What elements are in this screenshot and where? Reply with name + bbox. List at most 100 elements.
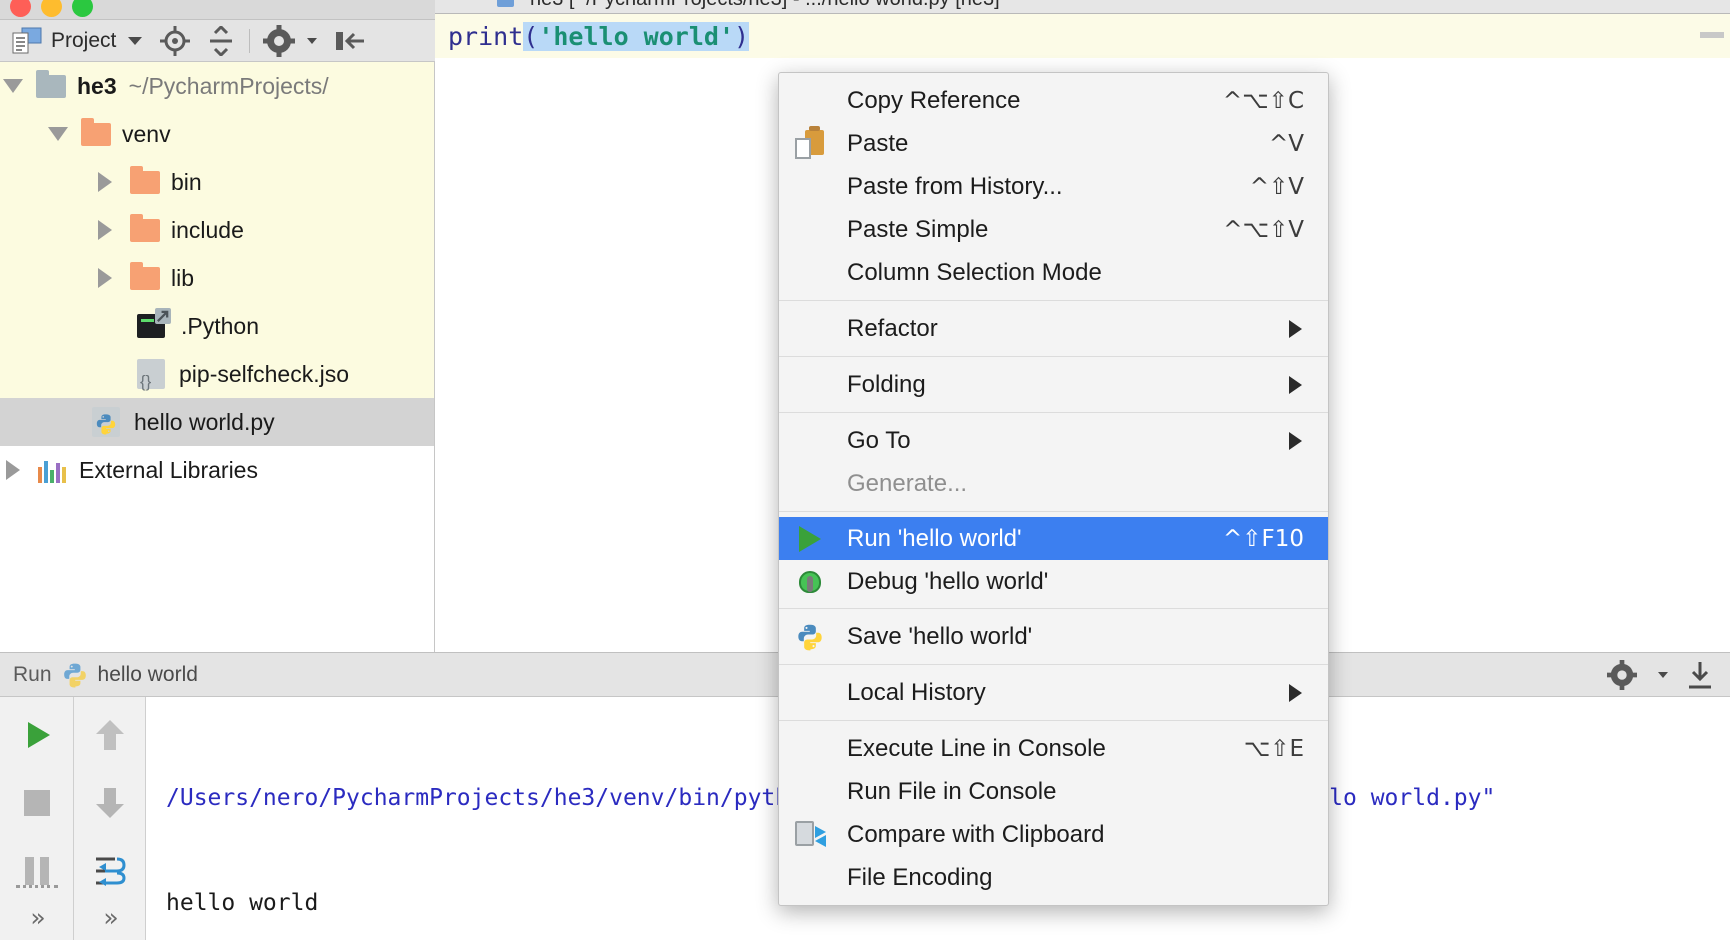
editor-context-menu[interactable]: Copy Reference ^⌥⇧C Paste ^V Paste from … — [778, 72, 1329, 906]
menu-group-console: Execute Line in Console ⌥⇧E Run File in … — [779, 720, 1328, 905]
twisty-down-icon[interactable] — [45, 127, 71, 141]
hide-icon[interactable] — [334, 26, 366, 56]
editor-scroll-marker[interactable] — [1700, 32, 1724, 38]
tree-node-label: venv — [122, 120, 171, 147]
menu-item-label: Refactor — [847, 314, 938, 342]
chevron-right-icon — [1289, 319, 1302, 338]
editor-tab-title: he3 [~/PycharmProjects/he3] - .../hello … — [530, 0, 1000, 11]
menu-item-refactor[interactable]: Refactor — [779, 307, 1328, 350]
twisty-right-icon[interactable] — [92, 220, 118, 240]
compare-clipboard-icon — [793, 818, 827, 852]
chevron-down-icon[interactable] — [1658, 671, 1668, 678]
menu-item-debug-hello-world[interactable]: Debug 'hello world' — [779, 560, 1328, 603]
toolbar-divider — [249, 28, 251, 53]
drag-handle[interactable] — [15, 885, 58, 888]
tree-node-include[interactable]: include — [0, 206, 434, 254]
tree-node-label: include — [171, 216, 244, 243]
tree-node-pip-selfcheck[interactable]: {} pip-selfcheck.jso — [0, 350, 434, 398]
project-label[interactable]: Project — [51, 29, 116, 53]
folder-icon — [36, 69, 66, 98]
collapse-all-icon[interactable] — [206, 25, 236, 56]
python-file-icon — [92, 407, 120, 437]
run-label: Run — [13, 662, 52, 686]
menu-item-folding[interactable]: Folding — [779, 363, 1328, 406]
zoom-window-button[interactable] — [72, 0, 93, 17]
up-arrow-icon[interactable] — [88, 715, 132, 755]
tree-node-external-libraries[interactable]: External Libraries — [0, 446, 434, 494]
minimize-window-button[interactable] — [41, 0, 62, 17]
rerun-icon[interactable] — [15, 715, 59, 755]
menu-item-copy-reference[interactable]: Copy Reference ^⌥⇧C — [779, 79, 1328, 122]
tree-node-lib[interactable]: lib — [0, 254, 434, 302]
code-token-open-paren: ( — [523, 21, 539, 51]
menu-item-execute-line-in-console[interactable]: Execute Line in Console ⌥⇧E — [779, 727, 1328, 770]
expand-icon[interactable]: » — [30, 903, 45, 932]
menu-item-go-to[interactable]: Go To — [779, 419, 1328, 462]
run-icon — [793, 522, 827, 556]
tree-node-he3[interactable]: he3 ~/PycharmProjects/ — [0, 62, 434, 110]
menu-item-shortcut: ^⇧V — [1249, 173, 1304, 200]
menu-item-save-hello-world[interactable]: Save 'hello world' — [779, 615, 1328, 658]
folder-icon — [130, 165, 160, 194]
chevron-right-icon — [1289, 375, 1302, 394]
tree-node-bin[interactable]: bin — [0, 158, 434, 206]
soft-wrap-icon[interactable] — [88, 851, 132, 891]
gear-chevron-down-icon[interactable] — [307, 37, 318, 44]
python-icon — [793, 620, 827, 654]
menu-item-label: Generate... — [847, 469, 968, 497]
folder-icon — [130, 213, 160, 242]
twisty-right-icon[interactable] — [92, 268, 118, 288]
folder-icon — [130, 261, 160, 290]
menu-item-label: Run 'hello world' — [847, 524, 1022, 552]
tree-node-label: External Libraries — [79, 456, 258, 483]
chevron-down-icon[interactable] — [128, 36, 143, 45]
chevron-right-icon — [1289, 431, 1302, 450]
project-toolwindow-header: Project — [0, 20, 435, 62]
run-config-name: hello world — [97, 662, 198, 686]
menu-item-column-selection-mode[interactable]: Column Selection Mode — [779, 251, 1328, 294]
code-line-1[interactable]: print('hello world') — [435, 14, 1730, 58]
menu-item-file-encoding[interactable]: File Encoding — [779, 856, 1328, 899]
tree-node-hello-world-py[interactable]: hello world.py — [0, 398, 434, 446]
run-second-toolbar: » — [74, 697, 146, 940]
menu-item-local-history[interactable]: Local History — [779, 671, 1328, 714]
window-titlebar — [0, 0, 435, 20]
menu-item-generate: Generate... — [779, 462, 1328, 505]
menu-item-label: Debug 'hello world' — [847, 567, 1049, 595]
gear-icon[interactable] — [263, 24, 296, 57]
menu-item-shortcut: ^⇧F10 — [1222, 525, 1304, 552]
menu-item-label: Paste from History... — [847, 172, 1063, 200]
tree-node-venv[interactable]: venv — [0, 110, 434, 158]
twisty-right-icon[interactable] — [92, 172, 118, 192]
menu-item-paste-from-history[interactable]: Paste from History... ^⇧V — [779, 165, 1328, 208]
menu-item-label: Save 'hello world' — [847, 622, 1033, 650]
down-arrow-icon[interactable] — [88, 783, 132, 823]
tree-node-label: hello world.py — [134, 408, 275, 435]
locate-icon[interactable] — [159, 25, 191, 57]
twisty-down-icon[interactable] — [0, 79, 26, 93]
stop-icon[interactable] — [15, 783, 59, 823]
menu-group-run: Run 'hello world' ^⇧F10 Debug 'hello wor… — [779, 511, 1328, 608]
editor-tab-strip: he3 [~/PycharmProjects/he3] - .../hello … — [435, 0, 1730, 14]
menu-item-run-file-in-console[interactable]: Run File in Console — [779, 770, 1328, 813]
folder-icon — [81, 117, 111, 146]
expand-icon[interactable]: » — [103, 903, 118, 932]
tree-node-label: pip-selfcheck.jso — [179, 360, 350, 387]
json-file-icon: {} — [137, 359, 165, 390]
menu-item-label: Paste Simple — [847, 215, 989, 243]
gear-icon[interactable] — [1607, 659, 1637, 690]
twisty-right-icon[interactable] — [0, 460, 26, 480]
tree-node-dot-python[interactable]: .Python — [0, 302, 434, 350]
menu-item-paste[interactable]: Paste ^V — [779, 122, 1328, 165]
chevron-right-icon — [1289, 683, 1302, 702]
project-view-icon[interactable] — [12, 27, 42, 55]
download-icon[interactable] — [1686, 660, 1714, 690]
menu-item-run-hello-world[interactable]: Run 'hello world' ^⇧F10 — [779, 517, 1328, 560]
code-token-function: print — [448, 21, 524, 51]
close-window-button[interactable] — [10, 0, 31, 17]
paste-icon — [793, 125, 827, 161]
menu-group-folding: Folding — [779, 356, 1328, 412]
project-tree[interactable]: he3 ~/PycharmProjects/ venv bin include … — [0, 62, 435, 652]
menu-item-compare-with-clipboard[interactable]: Compare with Clipboard — [779, 813, 1328, 856]
menu-item-paste-simple[interactable]: Paste Simple ^⌥⇧V — [779, 208, 1328, 251]
